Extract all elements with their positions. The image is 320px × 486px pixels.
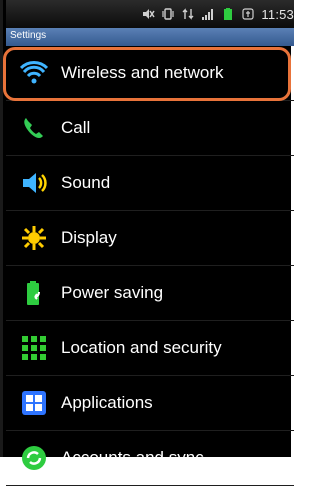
highlight-outline: [3, 47, 291, 101]
phone-screen: 11:53 Settings Wireless and network Call: [0, 0, 294, 486]
settings-item-label: Display: [61, 228, 117, 247]
call-icon: [24, 118, 43, 138]
status-bar: 11:53: [6, 0, 294, 28]
settings-item-label: Sound: [61, 173, 111, 192]
settings-item-location-security[interactable]: Location and security: [6, 321, 294, 376]
settings-item-label: Power saving: [61, 283, 164, 302]
sound-icon: [23, 173, 47, 193]
mute-icon: [143, 9, 156, 19]
usb-icon: [242, 8, 255, 20]
settings-item-sound[interactable]: Sound: [6, 156, 294, 211]
settings-item-label: Accounts and sync: [61, 448, 204, 467]
settings-item-label: Location and security: [61, 338, 222, 357]
settings-item-display[interactable]: Display: [6, 211, 294, 266]
accounts-icon: [22, 446, 46, 470]
title-bar: Settings: [6, 28, 294, 46]
network-arrows-icon: [182, 8, 194, 20]
location-security-icon: [22, 336, 46, 360]
settings-item-accounts[interactable]: Accounts and sync: [6, 431, 294, 486]
battery-icon: [224, 8, 233, 20]
vibrate-icon: [162, 8, 175, 20]
page-title: Settings: [10, 30, 47, 41]
power-saving-icon: [27, 281, 40, 305]
signal-icon: [202, 9, 214, 20]
status-icons: 11:53: [141, 5, 294, 23]
settings-item-applications[interactable]: Applications: [6, 376, 294, 431]
applications-icon: [22, 391, 46, 415]
settings-item-power-saving[interactable]: Power saving: [6, 266, 294, 321]
settings-item-call[interactable]: Call: [6, 101, 294, 156]
status-clock: 11:53: [261, 6, 294, 22]
settings-item-label: Applications: [61, 393, 153, 412]
display-icon: [22, 226, 46, 250]
settings-item-label: Call: [61, 118, 91, 137]
settings-list: Wireless and network Call Sound Display …: [6, 46, 294, 486]
